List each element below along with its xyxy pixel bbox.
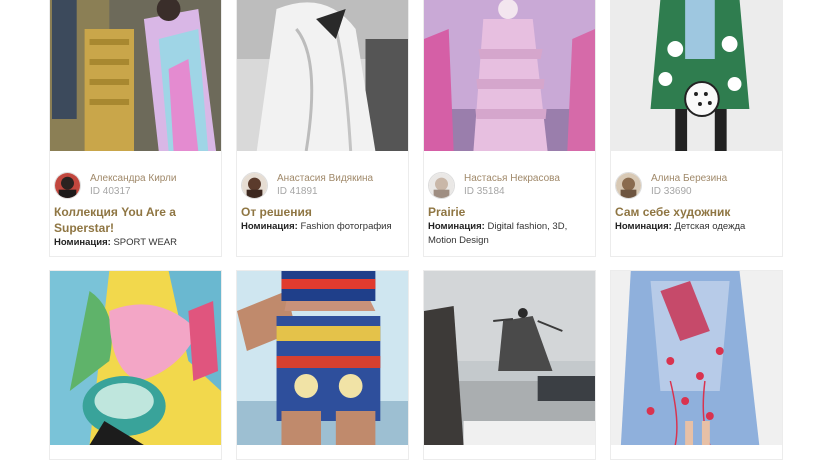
author-info[interactable]: Настасья Некрасова ID 35184: [428, 172, 593, 200]
avatar[interactable]: [241, 172, 268, 199]
work-image[interactable]: [237, 271, 408, 445]
work-card[interactable]: Александра Кирли ID 40317 Коллекция You …: [49, 0, 222, 257]
work-card[interactable]: [236, 270, 409, 460]
author-info[interactable]: Александра Кирли ID 40317: [54, 172, 219, 200]
nomination-label: Номинация:: [615, 221, 672, 232]
nomination: Номинация: SPORT WEAR: [54, 236, 219, 250]
author-name[interactable]: Алина Березина: [651, 173, 727, 184]
author-name[interactable]: Настасья Некрасова: [464, 173, 560, 184]
nomination-label: Номинация:: [54, 237, 111, 248]
work-image[interactable]: [237, 0, 408, 151]
nomination: Номинация: Fashion фотография: [241, 220, 406, 234]
work-card[interactable]: Настасья Некрасова ID 35184 Prairie Номи…: [423, 0, 596, 257]
work-image[interactable]: [50, 0, 221, 151]
nomination-value: SPORT WEAR: [113, 237, 177, 248]
author-id: ID 33690: [651, 186, 692, 197]
work-title[interactable]: Коллекция You Are a Superstar!: [54, 204, 219, 236]
work-card[interactable]: [423, 270, 596, 460]
work-image[interactable]: [611, 0, 782, 151]
avatar[interactable]: [428, 172, 455, 199]
nomination: Номинация: Digital fashion, 3D, Motion D…: [428, 220, 593, 248]
work-title[interactable]: От решения: [241, 204, 406, 220]
work-image[interactable]: [424, 271, 595, 445]
author-name[interactable]: Александра Кирли: [90, 173, 176, 184]
work-image[interactable]: [50, 271, 221, 445]
author-id: ID 40317: [90, 186, 131, 197]
work-title[interactable]: Prairie: [428, 204, 593, 220]
avatar[interactable]: [54, 172, 81, 199]
author-info[interactable]: Алина Березина ID 33690: [615, 172, 780, 200]
work-card[interactable]: [610, 270, 783, 460]
work-card[interactable]: Алина Березина ID 33690 Сам себе художни…: [610, 0, 783, 257]
work-card[interactable]: [49, 270, 222, 460]
author-id: ID 41891: [277, 186, 318, 197]
work-card[interactable]: Анастасия Видякина ID 41891 От решения Н…: [236, 0, 409, 257]
nomination: Номинация: Детская одежда: [615, 220, 780, 234]
avatar[interactable]: [615, 172, 642, 199]
author-info[interactable]: Анастасия Видякина ID 41891: [241, 172, 406, 200]
author-id: ID 35184: [464, 186, 505, 197]
nomination-value: Детская одежда: [674, 221, 746, 232]
work-image[interactable]: [611, 271, 782, 445]
author-name[interactable]: Анастасия Видякина: [277, 173, 373, 184]
work-title[interactable]: Сам себе художник: [615, 204, 780, 220]
work-image[interactable]: [424, 0, 595, 151]
nomination-label: Номинация:: [241, 221, 298, 232]
nomination-label: Номинация:: [428, 221, 485, 232]
nomination-value: Fashion фотография: [300, 221, 392, 232]
